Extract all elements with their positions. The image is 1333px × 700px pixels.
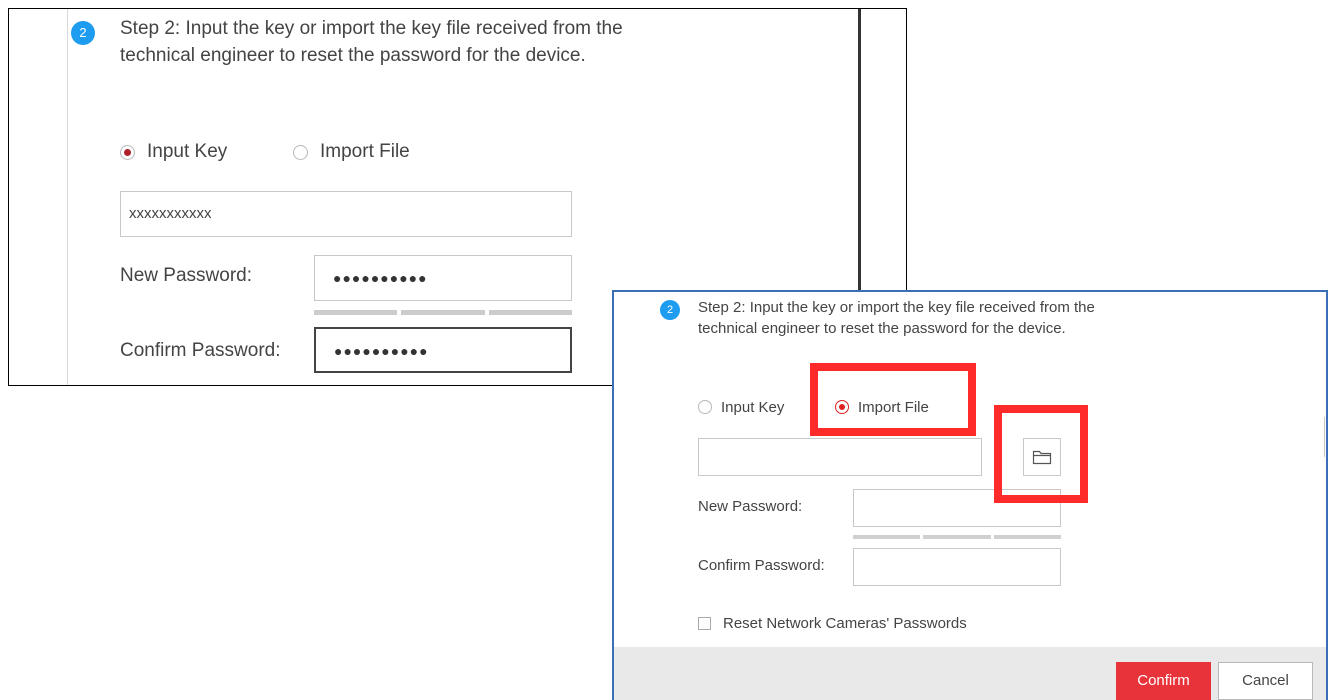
new-password-input[interactable] — [853, 489, 1061, 527]
radio-label: Import File — [320, 141, 410, 162]
key-file-path-input[interactable] — [698, 438, 982, 476]
radio-button[interactable] — [698, 400, 712, 414]
strength-segment — [853, 535, 921, 539]
new-password-label: New Password: — [698, 498, 803, 515]
strength-segment — [314, 310, 398, 315]
radio-input-key[interactable]: Input Key — [698, 396, 784, 418]
new-password-input[interactable]: ●●●●●●●●●● — [314, 255, 572, 301]
strength-segment — [401, 310, 485, 315]
radio-label: Import File — [858, 398, 929, 416]
right-divider — [1324, 417, 1325, 457]
strength-segment — [993, 535, 1061, 539]
radio-input-key[interactable]: Input Key — [120, 139, 227, 165]
radio-import-file[interactable]: Import File — [835, 396, 929, 418]
confirm-password-label: Confirm Password: — [698, 557, 825, 574]
confirm-password-label: Confirm Password: — [120, 340, 281, 361]
folder-icon — [1032, 450, 1052, 465]
strength-segment — [488, 310, 572, 315]
confirm-password-input[interactable] — [853, 548, 1061, 586]
confirm-password-input[interactable]: ●●●●●●●●●● — [314, 327, 572, 373]
step-number-badge: 2 — [71, 21, 95, 45]
reset-password-dialog: 2 Step 2: Input the key or import the ke… — [612, 290, 1328, 700]
reset-cameras-checkbox[interactable] — [698, 616, 711, 630]
key-input[interactable]: xxxxxxxxxxx — [120, 191, 572, 237]
password-strength-meter — [853, 535, 1061, 539]
radio-button[interactable] — [835, 400, 849, 414]
step-instruction-text: Step 2: Input the key or import the key … — [698, 299, 1095, 337]
dialog-footer: Confirm Cancel — [614, 647, 1326, 700]
step-number-badge: 2 — [660, 300, 680, 320]
radio-button[interactable] — [293, 144, 308, 160]
radio-label: Input Key — [721, 398, 785, 416]
reset-cameras-option[interactable]: Reset Network Cameras' Passwords — [698, 613, 967, 633]
confirm-button[interactable]: Confirm — [1116, 662, 1211, 700]
radio-import-file[interactable]: Import File — [293, 139, 410, 165]
step-instruction-text: Step 2: Input the key or import the key … — [120, 18, 623, 66]
new-password-label: New Password: — [120, 265, 252, 286]
left-divider — [67, 9, 68, 385]
password-strength-meter — [314, 310, 572, 315]
browse-file-button[interactable] — [1023, 438, 1061, 476]
reset-cameras-label: Reset Network Cameras' Passwords — [723, 614, 967, 632]
cancel-button[interactable]: Cancel — [1218, 662, 1313, 700]
radio-button[interactable] — [120, 144, 135, 160]
strength-segment — [923, 535, 991, 539]
radio-label: Input Key — [147, 141, 228, 162]
